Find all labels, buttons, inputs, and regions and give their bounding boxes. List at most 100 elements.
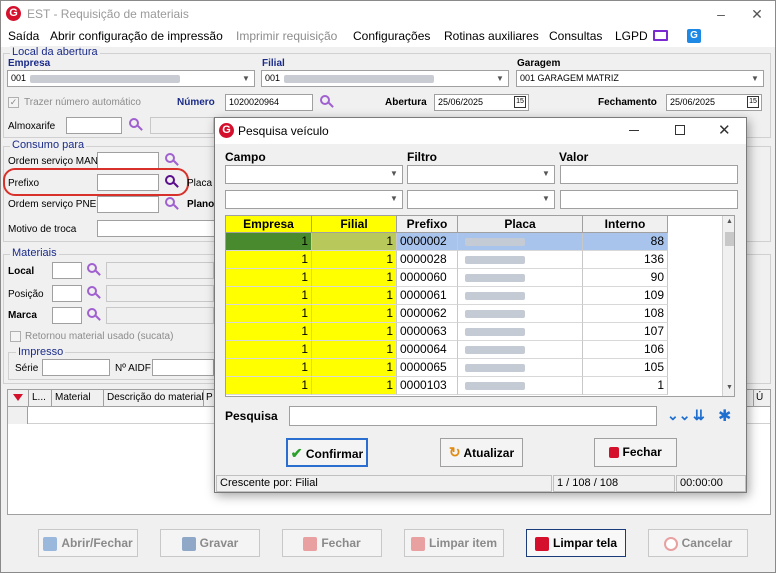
campo-select-2[interactable]: ▼ [225, 190, 403, 209]
table-row[interactable]: 1 1 0000063 107 [226, 323, 721, 341]
abertura-date[interactable]: 25/06/2025 15 [434, 94, 529, 111]
calendar-icon[interactable]: 15 [747, 96, 759, 108]
cancelar-button[interactable]: Cancelar [648, 529, 748, 557]
gravar-button[interactable]: Gravar [160, 529, 260, 557]
retornou-checkbox[interactable] [10, 331, 21, 342]
cell-prefixo: 0000002 [397, 233, 458, 251]
menu-abrir-config[interactable]: Abrir configuração de impressão [50, 29, 223, 43]
campo-label: Campo [225, 150, 266, 164]
almoxarife-search-icon[interactable] [128, 117, 144, 133]
calendar-icon[interactable]: 15 [514, 96, 526, 108]
fechamento-date[interactable]: 25/06/2025 15 [666, 94, 762, 111]
os-man-input[interactable] [97, 152, 159, 169]
cancel-icon [663, 536, 678, 551]
dialog-maximize-button[interactable] [675, 125, 685, 135]
os-pne-search-icon[interactable] [164, 196, 180, 212]
fechar-dialog-button[interactable]: Fechar [594, 438, 677, 467]
serie-input[interactable] [42, 359, 110, 376]
valor-label: Valor [559, 150, 589, 164]
marca-input[interactable] [52, 307, 82, 324]
table-row[interactable]: 1 1 0000064 106 [226, 341, 721, 359]
monitor-icon[interactable] [653, 30, 668, 41]
filial-label: Filial [262, 58, 285, 69]
menu-saida[interactable]: Saída [8, 29, 39, 43]
local-search-icon[interactable] [86, 262, 102, 278]
col-empresa[interactable]: Empresa [226, 216, 312, 233]
expand-down-icon[interactable]: ⌄⌄ [667, 407, 690, 424]
col-prefixo[interactable]: Prefixo [397, 216, 458, 233]
campo-select-1[interactable]: ▼ [225, 165, 403, 184]
grid-scrollbar[interactable]: ▲ ▼ [722, 216, 734, 396]
numero-input[interactable]: 1020020964 [225, 94, 313, 111]
table-row[interactable]: 1 1 0000061 109 [226, 287, 721, 305]
confirmar-button[interactable]: ✔ Confirmar [286, 438, 368, 467]
cell-placa [458, 269, 583, 287]
aidf-input[interactable] [152, 359, 214, 376]
scroll-thumb[interactable] [725, 232, 734, 246]
redacted-plate [465, 255, 525, 264]
prefixo-input[interactable] [97, 174, 159, 191]
almoxarife-input[interactable] [66, 117, 122, 134]
app-icon[interactable]: G [687, 29, 701, 43]
scroll-bottom-icon[interactable]: ⇊ [693, 407, 705, 424]
table-row[interactable]: 1 1 0000065 105 [226, 359, 721, 377]
menu-imprimir[interactable]: Imprimir requisição [236, 29, 337, 43]
menu-configuracoes[interactable]: Configurações [353, 29, 430, 43]
minimize-button[interactable]: – [711, 4, 731, 24]
atualizar-button[interactable]: ↻ Atualizar [440, 438, 523, 467]
filtro-select-2[interactable]: ▼ [407, 190, 555, 209]
cell-placa [458, 287, 583, 305]
menu-consultas[interactable]: Consultas [549, 29, 602, 43]
col-filial[interactable]: Filial [312, 216, 397, 233]
os-pne-input[interactable] [97, 196, 159, 213]
valor-input-1[interactable] [560, 165, 738, 184]
table-row[interactable]: 1 1 0000002 88 [226, 233, 721, 251]
table-row[interactable]: 1 1 0000062 108 [226, 305, 721, 323]
os-man-search-icon[interactable] [164, 152, 180, 168]
cell-empresa: 1 [226, 233, 312, 251]
marca-search-icon[interactable] [86, 307, 102, 323]
results-grid[interactable]: Empresa Filial Prefixo Placa Interno 110… [225, 215, 735, 397]
garagem-select[interactable]: 001 GARAGEM MATRIZ ▼ [516, 70, 764, 87]
fechar-button[interactable]: Fechar [282, 529, 382, 557]
settings-gear-icon[interactable]: ✱ [718, 406, 731, 426]
prefixo-search-icon[interactable] [164, 174, 180, 190]
abrir-fechar-button[interactable]: Abrir/Fechar [38, 529, 138, 557]
col-l[interactable]: L... [28, 390, 50, 407]
limpar-item-button[interactable]: Limpar item [404, 529, 504, 557]
cell-prefixo: 0000062 [397, 305, 458, 323]
col-interno[interactable]: Interno [583, 216, 668, 233]
col-descricao[interactable]: Descrição do material [103, 390, 203, 407]
impresso-title: Impresso [16, 346, 66, 358]
cell-interno: 106 [583, 341, 668, 359]
table-row[interactable]: 1 1 0000060 90 [226, 269, 721, 287]
filial-select[interactable]: 001 ▼ [261, 70, 509, 87]
filtro-select-1[interactable]: ▼ [407, 165, 555, 184]
close-button[interactable]: ✕ [747, 4, 767, 24]
cell-empresa: 1 [226, 323, 312, 341]
posicao-input[interactable] [52, 285, 82, 302]
valor-input-2[interactable] [560, 190, 738, 209]
cell-interno: 107 [583, 323, 668, 341]
col-placa[interactable]: Placa [458, 216, 583, 233]
table-row[interactable]: 1 1 0000103 1 [226, 377, 721, 395]
trazer-checkbox[interactable]: ✓ [8, 97, 19, 108]
table-row[interactable]: 1 1 0000028 136 [226, 251, 721, 269]
limpar-tela-button[interactable]: Limpar tela [526, 529, 626, 557]
empresa-select[interactable]: 001 ▼ [7, 70, 255, 87]
col-material[interactable]: Material [51, 390, 103, 407]
local-input[interactable] [52, 262, 82, 279]
dialog-close-button[interactable]: ✕ [718, 121, 731, 139]
cell-interno: 105 [583, 359, 668, 377]
sort-arrow-icon[interactable] [13, 394, 23, 401]
menu-rotinas[interactable]: Rotinas auxiliares [444, 29, 539, 43]
motivo-input[interactable] [97, 220, 215, 237]
menu-lgpd[interactable]: LGPD [615, 29, 648, 43]
col-u[interactable]: Ú [753, 390, 770, 407]
numero-search-icon[interactable] [319, 94, 335, 110]
dialog-minimize-button[interactable] [629, 130, 639, 131]
cell-placa [458, 251, 583, 269]
posicao-search-icon[interactable] [86, 285, 102, 301]
pesquisa-input[interactable] [289, 406, 657, 426]
cell-filial: 1 [312, 341, 397, 359]
